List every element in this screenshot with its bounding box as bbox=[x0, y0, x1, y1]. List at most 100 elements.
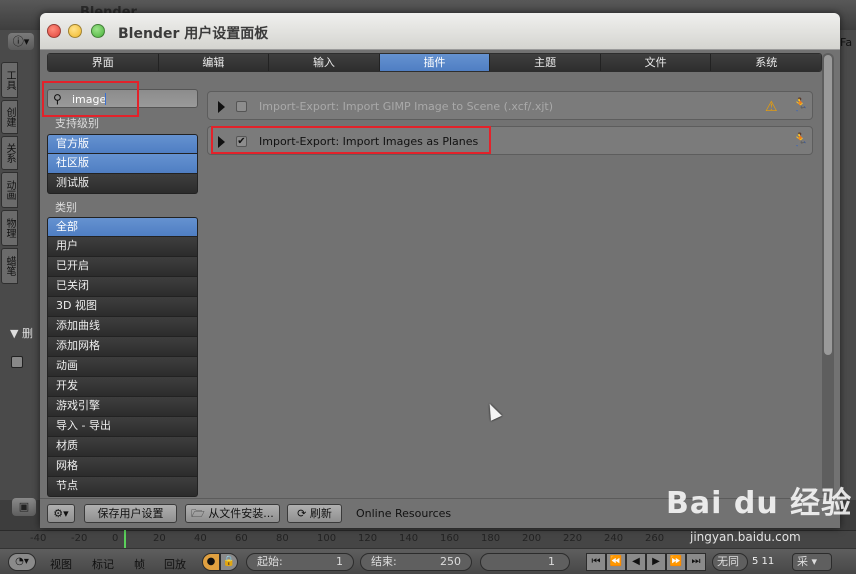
timeline-tick-label: 200 bbox=[522, 533, 542, 544]
start-frame-field[interactable]: 起始: 1 bbox=[246, 553, 354, 571]
support-community[interactable]: 社区版 bbox=[47, 154, 198, 174]
maximize-window-button[interactable] bbox=[91, 24, 105, 38]
dialog-titlebar[interactable]: Blender 用户设置面板 bbox=[40, 13, 840, 50]
timeline-tick-label: 120 bbox=[358, 533, 378, 544]
frame-counter: 5 11 bbox=[752, 556, 775, 567]
background-checkbox[interactable] bbox=[11, 356, 23, 368]
sync-mode-dropdown[interactable]: 无同 bbox=[712, 553, 748, 571]
support-official[interactable]: 官方版 bbox=[47, 134, 198, 154]
jump-key-next-icon[interactable]: ⏩ bbox=[666, 553, 686, 571]
support-level-list: 官方版 社区版 测试版 bbox=[47, 134, 198, 194]
expand-arrow-icon[interactable] bbox=[218, 136, 225, 148]
warning-icon: ⚠ bbox=[765, 99, 778, 115]
category-disabled[interactable]: 已关闭 bbox=[47, 277, 198, 297]
category-3d-view[interactable]: 3D 视图 bbox=[47, 297, 198, 317]
addon-row[interactable]: ✔ Import-Export: Import Images as Planes… bbox=[207, 126, 813, 155]
refresh-icon: ⟳ bbox=[297, 507, 307, 520]
timeline-tick-label: 40 bbox=[194, 533, 207, 544]
category-add-mesh[interactable]: 添加网格 bbox=[47, 337, 198, 357]
jump-key-prev-icon[interactable]: ⏪ bbox=[606, 553, 626, 571]
refresh-button[interactable]: ⟳ 刷新 bbox=[287, 504, 342, 523]
addon-row[interactable]: Import-Export: Import GIMP Image to Scen… bbox=[207, 91, 813, 120]
clock-icon[interactable]: ◔▾ bbox=[8, 553, 36, 571]
support-level-label: 支持级别 bbox=[55, 117, 99, 130]
jump-end-icon[interactable]: ⏭ bbox=[686, 553, 706, 571]
menu-playback[interactable]: 回放 bbox=[164, 556, 186, 572]
info-editor-button[interactable]: ⓘ▾ bbox=[8, 33, 34, 50]
current-frame-value: 1 bbox=[548, 555, 555, 568]
record-icon[interactable]: ● bbox=[202, 553, 220, 571]
expand-arrow-icon[interactable] bbox=[218, 101, 225, 113]
timeline-tick-label: 140 bbox=[399, 533, 419, 544]
addon-enable-checkbox[interactable]: ✔ bbox=[236, 136, 247, 147]
category-enabled[interactable]: 已开启 bbox=[47, 257, 198, 277]
category-material[interactable]: 材质 bbox=[47, 437, 198, 457]
timeline-tick-label: 180 bbox=[481, 533, 501, 544]
tab-tools[interactable]: 工具 bbox=[1, 62, 18, 98]
timeline-tick-label: 0 bbox=[112, 533, 119, 544]
tab-addons[interactable]: 插件 bbox=[379, 54, 491, 71]
tab-themes[interactable]: 主题 bbox=[490, 54, 601, 71]
start-frame-label: 起始: bbox=[257, 555, 283, 568]
support-testing[interactable]: 测试版 bbox=[47, 174, 198, 194]
end-frame-field[interactable]: 结束: 250 bbox=[360, 553, 472, 571]
current-frame-field[interactable]: 1 bbox=[480, 553, 570, 571]
search-icon: ⚲ bbox=[53, 92, 62, 106]
install-from-file-button[interactable]: 🗁 从文件安装... bbox=[185, 504, 280, 523]
preferences-tabs: 界面 编辑 输入 插件 主题 文件 系统 bbox=[47, 53, 822, 72]
timeline-tick-label: 80 bbox=[276, 533, 289, 544]
tab-create[interactable]: 创建 bbox=[1, 100, 18, 134]
menu-view[interactable]: 视图 bbox=[50, 556, 72, 572]
category-all[interactable]: 全部 bbox=[47, 217, 198, 237]
category-game-engine[interactable]: 游戏引擎 bbox=[47, 397, 198, 417]
category-import-export[interactable]: 导入 - 导出 bbox=[47, 417, 198, 437]
timeline-tick-label: -40 bbox=[30, 533, 47, 544]
addons-scrollbar[interactable] bbox=[822, 53, 834, 498]
folder-icon: 🗁 bbox=[191, 507, 205, 520]
tab-interface[interactable]: 界面 bbox=[48, 54, 159, 71]
category-label: 类别 bbox=[55, 201, 77, 214]
end-frame-value: 250 bbox=[440, 555, 461, 568]
menu-frame[interactable]: 帧 bbox=[134, 556, 145, 572]
online-resources-link[interactable]: Online Resources bbox=[356, 507, 451, 520]
tab-input[interactable]: 输入 bbox=[269, 54, 380, 71]
keying-set-label: 采 bbox=[797, 555, 808, 568]
category-add-curve[interactable]: 添加曲线 bbox=[47, 317, 198, 337]
category-mesh[interactable]: 网格 bbox=[47, 457, 198, 477]
tab-relations[interactable]: 关系 bbox=[1, 136, 18, 170]
save-user-settings-button[interactable]: 保存用户设置 bbox=[84, 504, 177, 523]
current-frame-marker[interactable] bbox=[124, 530, 126, 548]
play-icon[interactable]: ▶ bbox=[646, 553, 666, 571]
addon-name: Import-Export: Import GIMP Image to Scen… bbox=[259, 100, 553, 113]
minimize-window-button[interactable] bbox=[68, 24, 82, 38]
tab-animation[interactable]: 动画 bbox=[1, 172, 18, 208]
timeline-tick-label: 240 bbox=[604, 533, 624, 544]
tab-system[interactable]: 系统 bbox=[711, 54, 821, 71]
preferences-editor-icon[interactable]: ⚙▾ bbox=[47, 504, 75, 523]
lock-icon[interactable]: 🔒 bbox=[220, 553, 238, 571]
category-user[interactable]: 用户 bbox=[47, 237, 198, 257]
category-development[interactable]: 开发 bbox=[47, 377, 198, 397]
background-delete-label: ▼ 删 bbox=[10, 327, 33, 340]
baidu-watermark-url: jingyan.baidu.com bbox=[690, 530, 801, 544]
play-reverse-icon[interactable]: ◀ bbox=[626, 553, 646, 571]
tab-editing[interactable]: 编辑 bbox=[158, 54, 270, 71]
category-animation[interactable]: 动画 bbox=[47, 357, 198, 377]
menu-marker[interactable]: 标记 bbox=[92, 556, 114, 572]
start-frame-value: 1 bbox=[336, 555, 343, 568]
scrollbar-thumb[interactable] bbox=[824, 55, 832, 355]
timeline-tick-label: 100 bbox=[317, 533, 337, 544]
close-window-button[interactable] bbox=[47, 24, 61, 38]
tab-file[interactable]: 文件 bbox=[600, 54, 712, 71]
baidu-watermark-logo: Bai du 经验 bbox=[666, 486, 853, 521]
timeline-tick-label: 220 bbox=[563, 533, 583, 544]
jump-start-icon[interactable]: ⏮ bbox=[586, 553, 606, 571]
addon-search-input[interactable]: ⚲ image bbox=[47, 89, 198, 108]
addon-enable-checkbox[interactable] bbox=[236, 101, 247, 112]
addon-name: Import-Export: Import Images as Planes bbox=[259, 135, 479, 148]
tab-physics[interactable]: 物理 bbox=[1, 210, 18, 246]
editor-type-cube-icon[interactable]: ▣ bbox=[12, 498, 36, 516]
tab-grease-pencil[interactable]: 蜡笔 bbox=[1, 248, 18, 284]
keying-set-dropdown[interactable]: 采 ▾ bbox=[792, 553, 832, 571]
category-node[interactable]: 节点 bbox=[47, 477, 198, 497]
